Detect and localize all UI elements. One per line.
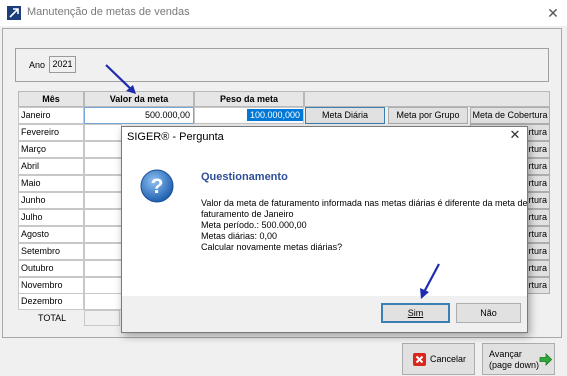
goal-value-cell[interactable] [84,260,122,277]
dialog-title: SIGER® - Pergunta [127,131,224,143]
dialog-message-line: Metas diárias: 0,00 [201,231,278,241]
year-group-box [15,48,549,82]
dialog-close-button[interactable]: ✕ [508,128,522,142]
yes-button[interactable]: Sim [381,303,450,323]
dialog-message-line: faturamento de Janeiro [201,209,294,219]
weight-value-selected: 100.000,000 [246,109,303,121]
annotation-arrow-icon [420,263,440,299]
arrow-right-icon [539,353,552,366]
goal-value-cell[interactable] [84,209,122,226]
window-close-button[interactable]: ✕ [544,4,562,22]
coverage-goal-button[interactable]: Meta de Cobertura [470,107,550,124]
dialog-message-line: Valor da meta de faturamento informada n… [201,198,528,208]
next-page-down-button[interactable]: Avançar (page down) [482,343,555,375]
daily-goal-button[interactable]: Meta Diária [305,107,385,124]
goal-value-cell[interactable] [84,124,122,141]
goal-value-cell[interactable] [84,243,122,260]
cancel-x-icon [413,353,426,366]
total-label: TOTAL [38,313,67,323]
goal-value-cell[interactable] [84,192,122,209]
month-cell[interactable]: Setembro [18,243,84,260]
cancel-button[interactable]: Cancelar [402,343,475,375]
column-header-month[interactable]: Mês [18,91,84,107]
dialog-message-line: Calcular novamente metas diárias? [201,242,343,252]
goal-value-cell-janeiro[interactable]: 500.000,00 [84,107,194,124]
month-cell-janeiro[interactable]: Janeiro [18,107,84,124]
month-cell[interactable]: Dezembro [18,293,84,310]
year-label: Ano [29,60,46,70]
svg-text:?: ? [151,175,164,198]
year-field[interactable]: 2021 [49,56,76,73]
cancel-label: Cancelar [430,354,467,364]
next-label: Avançar [489,349,522,359]
window-title: Manutenção de metas de vendas [27,6,190,18]
yes-label: Sim [407,308,424,318]
month-cell[interactable]: Abril [18,158,84,175]
goal-value-cell[interactable] [84,277,122,294]
total-value-cell [84,310,120,326]
month-cell[interactable]: Maio [18,175,84,192]
no-button[interactable]: Não [456,303,521,323]
month-cell[interactable]: Fevereiro [18,124,84,141]
column-header-actions [304,91,550,107]
month-cell[interactable]: Junho [18,192,84,209]
month-cell[interactable]: Novembro [18,277,84,294]
month-cell[interactable]: Agosto [18,226,84,243]
goal-value-cell[interactable] [84,141,122,158]
no-label: Não [480,308,497,318]
weight-cell-janeiro[interactable]: 100.000,000 [194,107,304,124]
next-sub-label: (page down) [489,360,540,370]
goal-value-cell[interactable] [84,158,122,175]
dialog-message-line: Meta período.: 500.000,00 [201,220,307,230]
app-icon [7,6,21,20]
month-cell[interactable]: Março [18,141,84,158]
goal-value-cell[interactable] [84,175,122,192]
dialog-heading: Questionamento [201,171,288,183]
month-cell[interactable]: Outubro [18,260,84,277]
question-mark-icon: ? [140,169,174,203]
goal-value-cell[interactable] [84,293,122,310]
dialog-body [122,148,527,296]
goal-value-cell[interactable] [84,226,122,243]
column-header-weight[interactable]: Peso da meta [194,91,304,107]
annotation-arrow-icon [105,64,136,94]
month-cell[interactable]: Julho [18,209,84,226]
group-goal-button[interactable]: Meta por Grupo [388,107,468,124]
